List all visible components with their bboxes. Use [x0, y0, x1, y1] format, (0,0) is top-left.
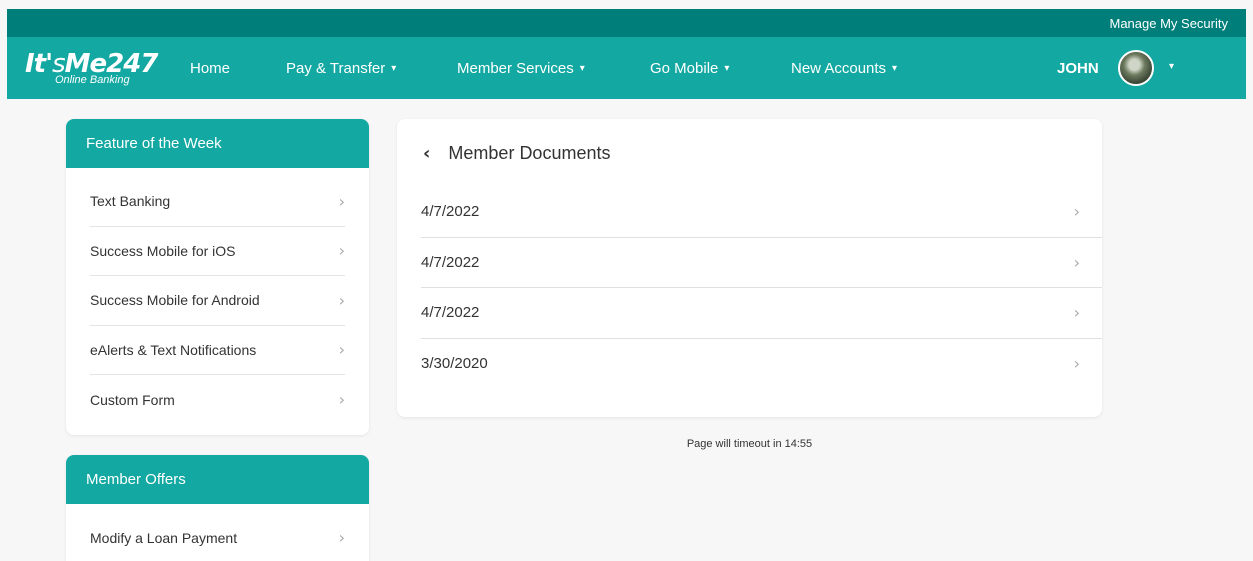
nav-member-services[interactable]: Member Services ▾ [457, 37, 585, 99]
chevron-right-icon: › [338, 340, 345, 360]
logo-sub-text: Online Banking [55, 74, 130, 86]
page-title: Member Documents [448, 142, 611, 163]
chevron-right-icon: › [1073, 303, 1080, 323]
chevron-right-icon: › [338, 290, 345, 310]
document-row[interactable]: 4/7/2022 › [421, 288, 1102, 339]
feature-item-label: Success Mobile for Android [90, 292, 260, 309]
nav-new-accounts-label: New Accounts [791, 59, 887, 77]
documents-list: 4/7/2022 › 4/7/2022 › 4/7/2022 › 3/30/20… [421, 187, 1102, 389]
offer-item-label: Modify a Loan Payment [90, 529, 238, 546]
feature-item-label: eAlerts & Text Notifications [90, 341, 257, 358]
top-utility-bar: Manage My Security [7, 9, 1246, 37]
offers-card-title: Member Offers [66, 455, 369, 504]
document-date: 3/30/2020 [421, 355, 488, 373]
caret-down-icon: ▾ [391, 62, 397, 74]
feature-item-success-mobile-ios[interactable]: Success Mobile for iOS › [90, 227, 345, 276]
document-date: 4/7/2022 [421, 203, 480, 221]
feature-item-label: Success Mobile for iOS [90, 242, 236, 259]
caret-down-icon: ▾ [724, 62, 730, 74]
nav-new-accounts[interactable]: New Accounts ▾ [791, 37, 897, 99]
caret-down-icon: ▾ [579, 62, 585, 74]
caret-down-icon: ▾ [892, 62, 898, 74]
chevron-right-icon: › [1073, 202, 1080, 222]
manage-my-security-link[interactable]: Manage My Security [1110, 16, 1229, 31]
logo[interactable]: It'sMe247 Online Banking [25, 49, 158, 89]
document-row[interactable]: 4/7/2022 › [421, 238, 1102, 288]
chevron-right-icon: › [338, 528, 345, 548]
feature-item-text-banking[interactable]: Text Banking › [90, 177, 345, 227]
document-row[interactable]: 4/7/2022 › [421, 187, 1102, 238]
chevron-right-icon: › [338, 390, 345, 410]
caret-down-icon[interactable]: ▾ [1169, 61, 1174, 72]
nav-pay-transfer-label: Pay & Transfer [286, 59, 386, 77]
member-offers-card: Member Offers Modify a Loan Payment › [66, 455, 369, 561]
nav-go-mobile-label: Go Mobile [650, 59, 719, 77]
chevron-right-icon: › [1073, 354, 1080, 374]
document-date: 4/7/2022 [421, 253, 480, 271]
feature-card-title: Feature of the Week [66, 119, 369, 168]
feature-item-success-mobile-android[interactable]: Success Mobile for Android › [90, 276, 345, 326]
session-timeout-text: Page will timeout in 14:55 [686, 438, 813, 450]
document-date: 4/7/2022 [421, 304, 480, 322]
feature-item-custom-form[interactable]: Custom Form › [90, 375, 345, 425]
avatar[interactable] [1118, 50, 1154, 86]
main-navigation-bar: It'sMe247 Online Banking Home Pay & Tran… [7, 37, 1246, 99]
chevron-right-icon: › [338, 241, 345, 261]
document-row[interactable]: 3/30/2020 › [421, 339, 1102, 390]
documents-header: ‹ Member Documents [397, 119, 1102, 187]
feature-item-label: Custom Form [90, 391, 175, 408]
chevron-right-icon: › [1073, 252, 1080, 272]
chevron-right-icon: › [338, 191, 345, 211]
user-menu-name[interactable]: JOHN [1057, 37, 1099, 99]
offer-item-modify-loan-payment[interactable]: Modify a Loan Payment › [90, 513, 345, 561]
nav-go-mobile[interactable]: Go Mobile ▾ [650, 37, 729, 99]
chevron-left-icon[interactable]: ‹ [423, 143, 430, 164]
feature-item-label: Text Banking [90, 193, 171, 210]
feature-of-the-week-card: Feature of the Week Text Banking › Succe… [66, 119, 369, 435]
nav-pay-transfer[interactable]: Pay & Transfer ▾ [286, 37, 396, 99]
feature-item-ealerts[interactable]: eAlerts & Text Notifications › [90, 326, 345, 375]
member-documents-panel: ‹ Member Documents 4/7/2022 › 4/7/2022 ›… [397, 119, 1102, 417]
nav-home[interactable]: Home [190, 37, 230, 99]
nav-home-label: Home [190, 59, 231, 77]
nav-member-services-label: Member Services [457, 59, 574, 77]
